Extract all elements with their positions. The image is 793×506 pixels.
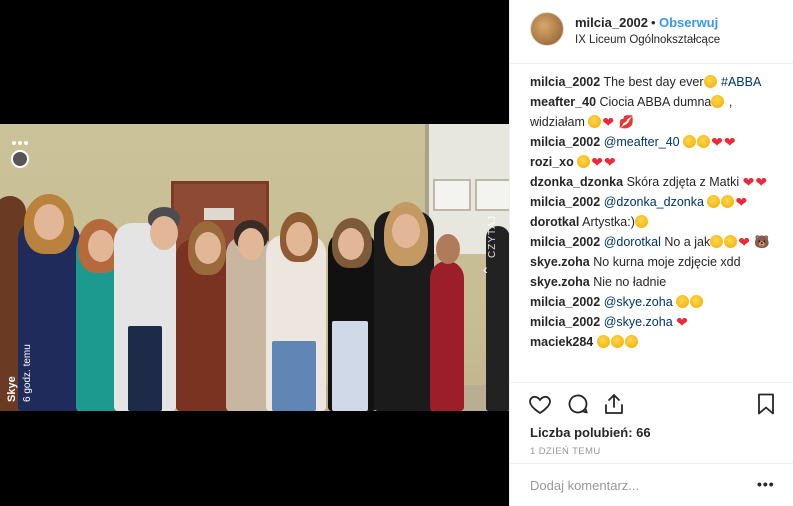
bookmark-icon[interactable]: [754, 392, 778, 416]
surprised-emoji: [610, 335, 624, 348]
comment-row: maciek284: [530, 332, 785, 352]
laugh-emoji: [721, 195, 735, 208]
chevron-left-icon[interactable]: ‹: [483, 261, 488, 277]
surprised-emoji: [596, 335, 610, 348]
comment-row: rozi_xo ❤❤: [530, 152, 785, 172]
comment-row: milcia_2002 @skye.zoha: [530, 292, 785, 312]
comment-text: 🐻: [750, 235, 770, 249]
post-location[interactable]: IX Liceum Ogólnokształcące: [575, 34, 720, 46]
instagram-post: Skye 6 godz. temu ‹ CZYTAJ milcia_2002 •…: [0, 0, 793, 506]
mention-link[interactable]: @skye.zoha: [604, 295, 673, 309]
comment-username[interactable]: skye.zoha: [530, 255, 590, 269]
comment-row: dorotkal Artystka:): [530, 212, 785, 232]
avatar[interactable]: [530, 12, 564, 46]
story-time: 6 godz. temu: [22, 344, 33, 402]
laugh-emoji: [588, 115, 602, 128]
comment-username[interactable]: maciek284: [530, 335, 593, 349]
comment-text: No kurna moje zdjęcie xdd: [593, 255, 741, 269]
comment-username[interactable]: dorotkal: [530, 215, 579, 229]
comment-row: milcia_2002 The best day ever #ABBA: [530, 72, 785, 92]
heart-emoji: ❤: [711, 134, 723, 150]
comment-row: milcia_2002 @meafter_40 ❤❤: [530, 132, 785, 152]
comment-username[interactable]: skye.zoha: [530, 275, 590, 289]
laugh-emoji: [683, 135, 697, 148]
comment-text: Artystka:): [582, 215, 635, 229]
laugh-emoji: [710, 235, 724, 248]
heart-eyes-emoji: [577, 155, 591, 168]
comment-text: Nie no ładnie: [593, 275, 667, 289]
comment-text: No a jak: [660, 235, 711, 249]
comment-row: milcia_2002 @dzonka_dzonka ❤: [530, 192, 785, 212]
surprised-emoji: [624, 335, 638, 348]
add-comment-input[interactable]: Dodaj komentarz...: [530, 478, 639, 493]
heart-eyes-emoji: [697, 135, 711, 148]
heart-emoji: ❤: [755, 174, 768, 190]
post-username[interactable]: milcia_2002: [575, 15, 648, 30]
comment-text: The best day ever: [603, 75, 704, 89]
mention-link[interactable]: @skye.zoha: [604, 315, 673, 329]
mention-link[interactable]: @meafter_40: [604, 135, 680, 149]
heart-emoji: ❤: [723, 134, 736, 150]
comment-row: skye.zoha Nie no ładnie: [530, 272, 785, 292]
comment-username[interactable]: dzonka_dzonka: [530, 175, 623, 189]
mention-link[interactable]: @dorotkal: [604, 235, 661, 249]
likes-count[interactable]: Liczba polubień: 66: [530, 425, 651, 440]
laugh-emoji: [690, 295, 704, 308]
heart-emoji: ❤: [603, 154, 616, 170]
post-media[interactable]: Skye 6 godz. temu ‹ CZYTAJ: [0, 0, 509, 506]
separator-dot: •: [651, 15, 656, 30]
comments-list: milcia_2002 The best day ever #ABBA meaft…: [530, 72, 785, 352]
heart-emoji: ❤: [742, 174, 755, 190]
divider: [510, 382, 793, 383]
comment-username[interactable]: milcia_2002: [530, 135, 600, 149]
comment-row: milcia_2002 @dorotkal No a jak ❤ 🐻: [530, 232, 785, 252]
comment-text: Ciocia ABBA dumna: [599, 95, 712, 109]
tongue-emoji: [711, 95, 725, 108]
comment-text: 💋: [615, 115, 635, 129]
comment-username[interactable]: rozi_xo: [530, 155, 574, 169]
more-options-icon[interactable]: •••: [757, 476, 775, 492]
comment-row: dzonka_dzonka Skóra zdjęta z Matki ❤❤: [530, 172, 785, 192]
heart-emoji: ❤: [591, 154, 603, 170]
hashtag-link[interactable]: #ABBA: [721, 75, 761, 89]
divider: [510, 463, 793, 464]
heart-emoji: ❤: [602, 114, 615, 130]
laugh-emoji: [676, 295, 690, 308]
heart-emoji: ❤: [676, 314, 688, 330]
comment-text: Skóra zdjęta z Matki: [626, 175, 743, 189]
more-options-icon[interactable]: [12, 134, 32, 145]
action-bar: [510, 390, 793, 420]
laugh-emoji: [707, 195, 721, 208]
story-avatar[interactable]: [11, 150, 29, 168]
heart-emoji: ❤: [738, 234, 750, 250]
post-photo[interactable]: [0, 124, 509, 411]
comment-row: meafter_40 Ciocia ABBA dumna , widziałam…: [530, 92, 785, 132]
read-more-label[interactable]: CZYTAJ: [487, 215, 498, 258]
heart-emoji: ❤: [735, 194, 748, 210]
comment-row: skye.zoha No kurna moje zdjęcie xdd: [530, 252, 785, 272]
comment-username[interactable]: meafter_40: [530, 95, 596, 109]
heart-eyes-emoji: [703, 75, 717, 88]
kiss-emoji: [634, 215, 648, 228]
comment-username[interactable]: milcia_2002: [530, 315, 600, 329]
comment-row: milcia_2002 @skye.zoha ❤: [530, 312, 785, 332]
comment-username[interactable]: milcia_2002: [530, 295, 600, 309]
story-username: Skye: [6, 376, 18, 402]
share-icon[interactable]: [602, 392, 626, 416]
comment-icon[interactable]: [566, 392, 590, 416]
heart-outline-icon[interactable]: [528, 392, 552, 416]
post-sidebar: milcia_2002 • Obserwuj IX Liceum Ogólnok…: [509, 0, 793, 506]
laugh-emoji: [724, 235, 738, 248]
comment-username[interactable]: milcia_2002: [530, 235, 600, 249]
post-header: milcia_2002 • Obserwuj IX Liceum Ogólnok…: [510, 0, 793, 64]
post-date: 1 DZIEŃ TEMU: [530, 446, 601, 457]
comment-username[interactable]: milcia_2002: [530, 195, 600, 209]
follow-button[interactable]: Obserwuj: [659, 15, 718, 30]
comment-username[interactable]: milcia_2002: [530, 75, 600, 89]
mention-link[interactable]: @dzonka_dzonka: [604, 195, 704, 209]
